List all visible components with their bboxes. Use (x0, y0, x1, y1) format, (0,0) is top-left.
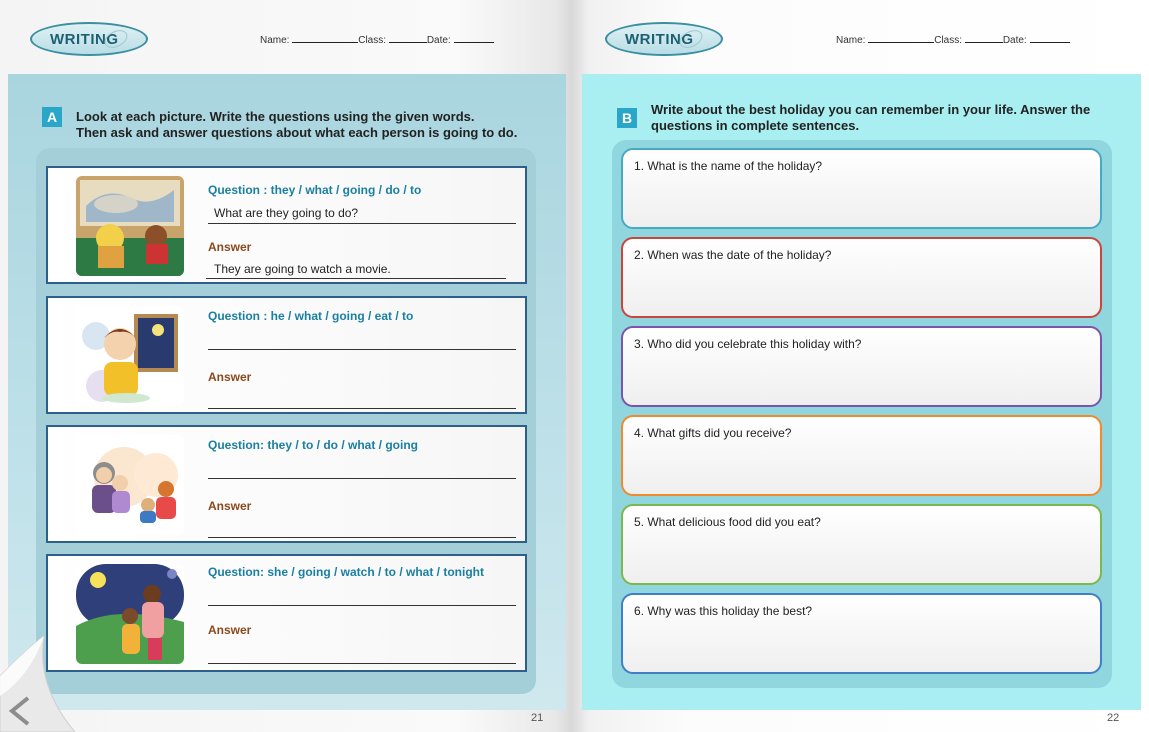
exercise-item-1: Question : they / what / going / do / to… (46, 166, 527, 284)
section-b-instruction: Write about the best holiday you can rem… (651, 102, 1111, 134)
answer-write-line[interactable] (208, 537, 516, 538)
answer-box-5[interactable]: 5. What delicious food did you eat? (621, 504, 1102, 585)
class-label: Class: (358, 35, 387, 46)
writing-badge-left: WRITING (30, 22, 148, 56)
exercise-item-2: Question : he / what / going / eat / to … (46, 296, 527, 414)
family-picture (76, 435, 184, 535)
question-write-line[interactable] (208, 605, 516, 606)
page-number-right: 22 (1107, 712, 1120, 724)
question-prompt: Question: they / to / do / what / going (208, 438, 418, 452)
answer-write-line[interactable] (208, 663, 516, 664)
name-label: Name: (836, 35, 866, 46)
instruction-line-2: questions in complete sentences. (651, 118, 860, 133)
question-prompt: Question : they / what / going / do / to (208, 183, 422, 197)
answer-box-2[interactable]: 2. When was the date of the holiday? (621, 237, 1102, 318)
class-label: Class: (934, 35, 963, 46)
question-text: 4. What gifts did you receive? (634, 426, 792, 440)
movie-theater-picture (76, 176, 184, 276)
answer-box-1[interactable]: 1. What is the name of the holiday? (621, 148, 1102, 229)
section-a-instruction: Look at each picture. Write the question… (76, 109, 517, 141)
answer-text[interactable]: They are going to watch a movie. (214, 262, 391, 276)
instruction-line-2: Then ask and answer questions about what… (76, 125, 518, 140)
question-prompt: Question: she / going / watch / to / wha… (208, 565, 484, 579)
question-text: 5. What delicious food did you eat? (634, 515, 821, 529)
answer-label: Answer (208, 240, 252, 254)
date-blank[interactable] (1029, 34, 1070, 43)
date-label: Date: (426, 35, 451, 46)
date-label: Date: (1002, 35, 1027, 46)
instruction-line-1: Write about the best holiday you can rem… (651, 102, 1091, 117)
question-text: 3. Who did you celebrate this holiday wi… (634, 337, 862, 351)
class-blank[interactable] (964, 34, 1003, 43)
section-a-letter: A (42, 107, 62, 127)
answer-label: Answer (208, 499, 252, 513)
chevron-left-icon[interactable] (6, 696, 34, 726)
answer-write-line[interactable] (208, 408, 516, 409)
name-blank[interactable] (292, 34, 359, 43)
question-write-line (208, 223, 516, 224)
question-text: 2. When was the date of the holiday? (634, 248, 832, 262)
date-blank[interactable] (453, 34, 494, 43)
name-class-date-right: Name: Class: Date: (836, 34, 1070, 46)
question-text: 1. What is the name of the holiday? (634, 159, 823, 173)
question-text: 6. Why was this holiday the best? (634, 604, 813, 618)
answer-box-4[interactable]: 4. What gifts did you receive? (621, 415, 1102, 496)
exercise-item-4: Question: she / going / watch / to / wha… (46, 554, 527, 672)
answer-box-6[interactable]: 6. Why was this holiday the best? (621, 593, 1102, 674)
question-prompt: Question : he / what / going / eat / to (208, 309, 414, 323)
name-label: Name: (260, 35, 290, 46)
page-number-left: 21 (531, 712, 544, 724)
question-write-line[interactable] (208, 478, 516, 479)
writing-badge-right: WRITING (605, 22, 723, 56)
section-b-letter: B (617, 108, 637, 128)
night-sky-picture (76, 564, 184, 664)
question-write-line[interactable] (208, 349, 516, 350)
answer-box-3[interactable]: 3. Who did you celebrate this holiday wi… (621, 326, 1102, 407)
name-blank[interactable] (868, 34, 935, 43)
exercise-item-3: Question: they / to / do / what / going … (46, 425, 527, 543)
question-answer-text[interactable]: What are they going to do? (214, 206, 358, 220)
answer-label: Answer (208, 370, 252, 384)
answer-label: Answer (208, 623, 252, 637)
answer-write-line (206, 278, 506, 279)
boy-eating-picture (76, 306, 184, 406)
name-class-date-left: Name: Class: Date: (260, 34, 494, 46)
class-blank[interactable] (388, 34, 427, 43)
instruction-line-1: Look at each picture. Write the question… (76, 109, 475, 124)
